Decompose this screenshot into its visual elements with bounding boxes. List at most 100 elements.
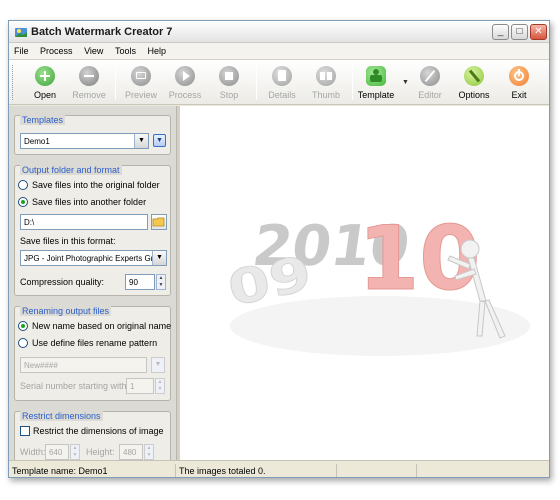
options-label: Options [458, 90, 490, 100]
rename-pattern-label[interactable]: Use define files rename pattern [32, 338, 157, 348]
details-label: Details [268, 90, 296, 100]
template-menu-button[interactable]: ▼ [153, 134, 166, 147]
puzzle-icon [366, 66, 386, 86]
height-label: Height: [86, 447, 115, 457]
process-label: Process [168, 90, 202, 100]
renaming-group: Renaming output files New name based on … [14, 306, 171, 401]
rename-pattern-field[interactable]: New#### [20, 357, 147, 373]
menu-process[interactable]: Process [35, 43, 77, 56]
details-button[interactable]: Details [260, 63, 304, 103]
editor-button[interactable]: Editor [408, 63, 452, 103]
template-label: Template [357, 90, 395, 100]
toolbar: Open Remove Preview Process Stop Details… [9, 60, 549, 105]
exit-button[interactable]: Exit [497, 63, 541, 103]
stop-button[interactable]: Stop [207, 63, 251, 103]
status-template-name: Template name: Demo1 [12, 466, 108, 476]
preview-illustration: 2010 10 09 [223, 207, 530, 356]
menu-tools[interactable]: Tools [110, 43, 140, 56]
menu-file[interactable]: File [9, 43, 33, 56]
toolbar-separator [115, 65, 116, 100]
renaming-group-title: Renaming output files [20, 306, 112, 316]
thumb-button[interactable]: Thumb [304, 63, 348, 103]
rename-pattern-radio[interactable] [18, 338, 28, 348]
save-another-radio[interactable] [18, 197, 28, 207]
height-field[interactable]: 480 [119, 444, 143, 460]
thumb-label: Thumb [311, 90, 340, 100]
toolbar-separator [256, 65, 257, 100]
status-cell-empty [416, 464, 549, 477]
template-select-value: Demo1 [24, 137, 50, 146]
save-original-label[interactable]: Save files into the original folder [32, 180, 160, 190]
open-label: Open [33, 90, 57, 100]
preview-label: Preview [124, 90, 157, 100]
compression-label: Compression quality: [20, 277, 105, 287]
pencil-icon [420, 66, 440, 86]
width-spinner[interactable]: ▲ ▼ [70, 444, 80, 460]
template-button[interactable]: Template [354, 63, 398, 103]
menu-help[interactable]: Help [142, 43, 170, 56]
serial-field[interactable]: 1 [126, 378, 154, 394]
remove-label: Remove [72, 90, 106, 100]
menu-bar: File Process View Tools Help [9, 43, 549, 60]
output-folder-field[interactable]: D:\ [20, 214, 148, 230]
folder-icon [152, 217, 165, 227]
remove-button[interactable]: Remove [67, 63, 111, 103]
power-icon [509, 66, 529, 86]
toolbar-grip[interactable] [12, 65, 15, 100]
app-window: Batch Watermark Creator 7 _ □ ✕ File Pro… [8, 20, 550, 478]
stop-icon [219, 66, 239, 86]
status-bar: Template name: Demo1 The images totaled … [9, 460, 549, 477]
stop-label: Stop [219, 90, 239, 100]
exit-label: Exit [511, 90, 527, 100]
format-label: Save files in this format: [20, 236, 116, 246]
options-button[interactable]: Options [452, 63, 496, 103]
editor-label: Editor [418, 90, 442, 100]
preview-button[interactable]: Preview [119, 63, 163, 103]
compression-field[interactable]: 90 [125, 274, 155, 290]
browse-folder-button[interactable] [151, 214, 167, 230]
dimensions-group-title: Restrict dimensions [20, 411, 103, 421]
compression-spinner[interactable]: ▲ ▼ [156, 274, 166, 290]
rename-pattern-value: New#### [24, 361, 58, 370]
width-label: Width: [20, 447, 46, 457]
open-button[interactable]: Open [23, 63, 67, 103]
app-logo-icon [15, 28, 27, 37]
toolbar-separator [352, 65, 353, 100]
output-group-title: Output folder and format [20, 165, 122, 175]
restrict-dimensions-label[interactable]: Restrict the dimensions of image [33, 426, 164, 436]
window-title: Batch Watermark Creator 7 [31, 26, 173, 38]
serial-spinner[interactable]: ▲ ▼ [155, 378, 165, 394]
menu-view[interactable]: View [79, 43, 107, 56]
save-another-label[interactable]: Save files into another folder [32, 197, 146, 207]
title-bar[interactable]: Batch Watermark Creator 7 _ □ ✕ [9, 21, 549, 43]
preview-red-digits: 10 [358, 207, 480, 310]
minus-icon [79, 66, 99, 86]
chevron-down-icon[interactable]: ▼ [134, 134, 148, 148]
save-original-radio[interactable] [18, 180, 28, 190]
wrench-icon [464, 66, 484, 86]
pattern-dropdown-icon[interactable]: ▼ [151, 357, 165, 373]
serial-label: Serial number starting with [20, 381, 127, 391]
restrict-dimensions-checkbox[interactable] [20, 426, 30, 436]
chevron-down-icon[interactable]: ▼ [152, 251, 166, 265]
maximize-button[interactable]: □ [511, 24, 528, 40]
close-button[interactable]: ✕ [530, 24, 547, 40]
new-name-label[interactable]: New name based on original name [32, 321, 171, 331]
preview-area[interactable]: 2010 10 09 [180, 106, 549, 460]
height-spinner[interactable]: ▲ ▼ [144, 444, 154, 460]
thumbnails-icon [316, 66, 336, 86]
status-image-count: The images totaled 0. [175, 464, 336, 477]
format-select-value: JPG - Joint Photographic Experts Gr [24, 254, 154, 263]
format-select[interactable]: JPG - Joint Photographic Experts Gr ▼ [20, 250, 167, 266]
status-cell-empty [336, 464, 416, 477]
process-button[interactable]: Process [163, 63, 207, 103]
settings-panel: Templates Demo1 ▼ ▼ Output folder and fo… [9, 106, 176, 460]
template-select[interactable]: Demo1 ▼ [20, 133, 149, 149]
output-group: Output folder and format Save files into… [14, 165, 171, 296]
templates-group-title: Templates [20, 115, 66, 125]
minimize-button[interactable]: _ [492, 24, 509, 40]
plus-icon [35, 66, 55, 86]
new-name-radio[interactable] [18, 321, 28, 331]
camera-icon [131, 66, 151, 86]
width-field[interactable]: 640 [45, 444, 69, 460]
